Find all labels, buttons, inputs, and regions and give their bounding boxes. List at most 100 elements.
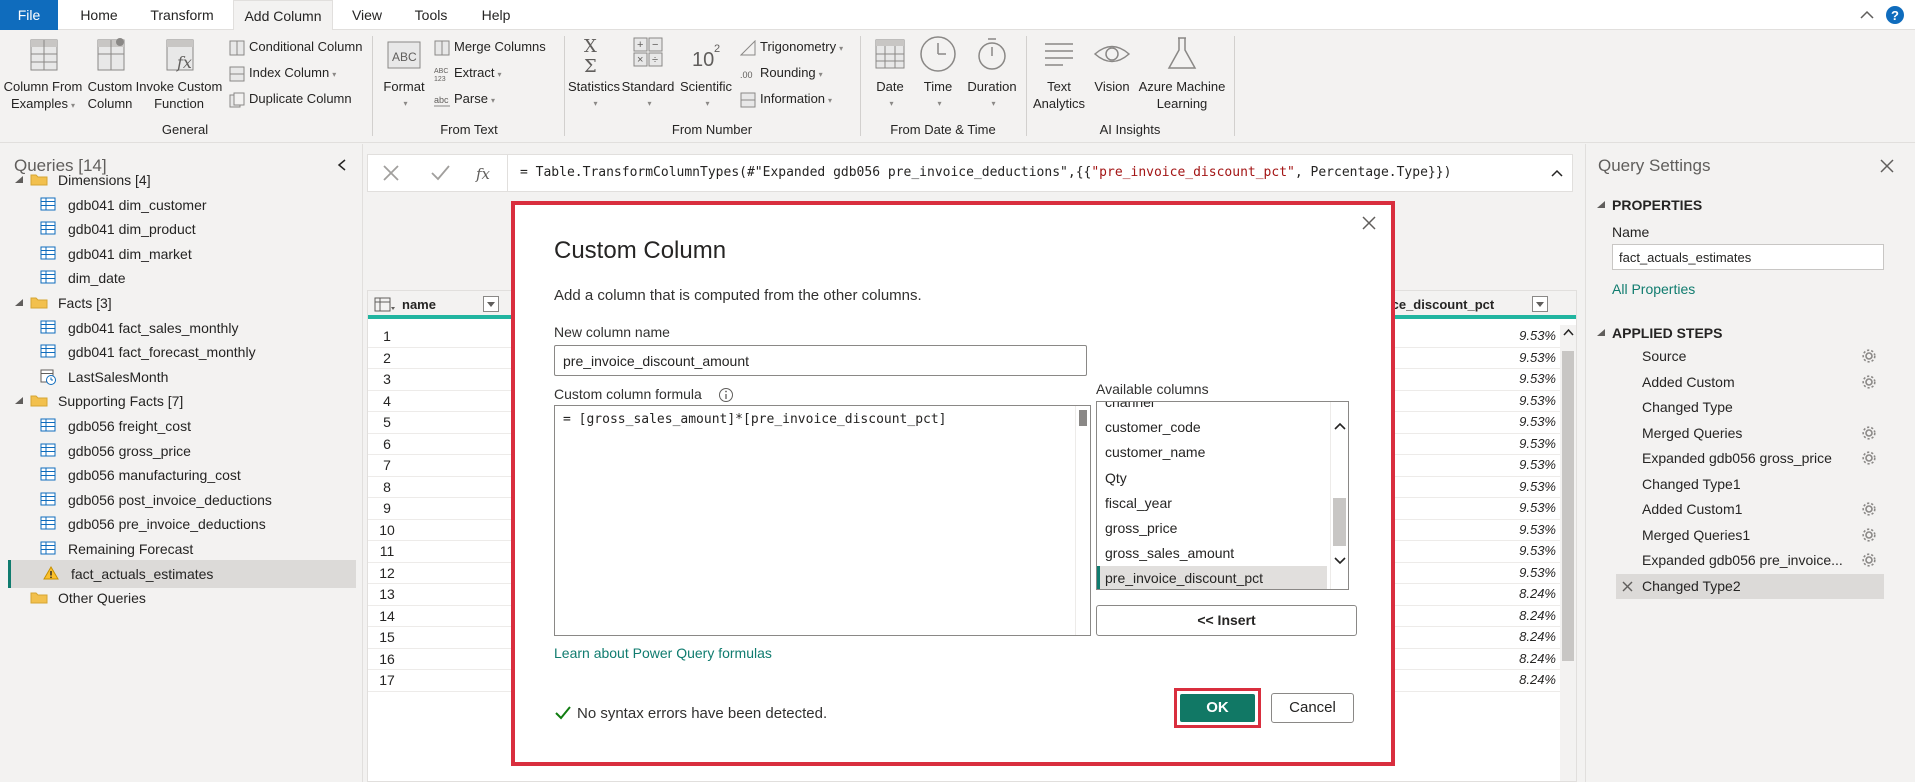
- gear-icon[interactable]: [1862, 553, 1876, 567]
- expand-triangle-icon[interactable]: [1596, 328, 1606, 338]
- expand-triangle-icon[interactable]: [14, 298, 24, 308]
- applied-step[interactable]: Merged Queries1: [1616, 523, 1884, 548]
- merge-columns-button[interactable]: Merge Columns: [434, 37, 546, 57]
- pct-cell[interactable]: 9.53%: [1453, 565, 1556, 580]
- tab-help[interactable]: Help: [466, 0, 526, 30]
- formula-expand-icon[interactable]: [1550, 167, 1564, 179]
- azure-ml-button[interactable]: Azure Machine Learning: [1136, 34, 1228, 112]
- pct-cell[interactable]: 9.53%: [1453, 393, 1556, 408]
- conditional-column-button[interactable]: Conditional Column: [229, 37, 362, 57]
- expand-triangle-icon[interactable]: [1596, 200, 1606, 210]
- available-columns-scrollbar-thumb[interactable]: [1333, 498, 1346, 546]
- column-filter-icon[interactable]: [1532, 296, 1548, 312]
- column-filter-icon[interactable]: [483, 296, 499, 312]
- applied-step[interactable]: Added Custom: [1616, 370, 1884, 395]
- pct-cell[interactable]: 9.53%: [1453, 350, 1556, 365]
- pct-cell[interactable]: 8.24%: [1453, 608, 1556, 623]
- trigonometry-button[interactable]: Trigonometry ▾: [740, 37, 843, 57]
- tab-home[interactable]: Home: [62, 0, 136, 30]
- applied-step[interactable]: Merged Queries: [1616, 421, 1884, 446]
- duplicate-column-button[interactable]: Duplicate Column: [229, 89, 352, 109]
- learn-formulas-link[interactable]: Learn about Power Query formulas: [554, 645, 772, 661]
- pct-cell[interactable]: 9.53%: [1453, 522, 1556, 537]
- available-column-item[interactable]: gross_price: [1097, 516, 1327, 541]
- extract-button[interactable]: ABC 123 Extract ▾: [434, 63, 501, 83]
- applied-step[interactable]: Changed Type1: [1616, 472, 1884, 497]
- formula-editor[interactable]: = [gross_sales_amount]*[pre_invoice_disc…: [554, 405, 1091, 636]
- delete-step-icon[interactable]: [1622, 581, 1633, 592]
- duration-button[interactable]: Duration ▾: [962, 34, 1022, 112]
- available-column-item[interactable]: customer_code: [1097, 415, 1327, 440]
- standard-button[interactable]: + − × ÷ Standard ▾: [620, 34, 676, 112]
- formula-scrollbar[interactable]: [1075, 406, 1090, 635]
- pct-cell[interactable]: 8.24%: [1453, 672, 1556, 687]
- expand-triangle-icon[interactable]: [14, 396, 24, 406]
- new-column-name-input[interactable]: [554, 345, 1087, 376]
- column-from-examples-button[interactable]: Column From Examples ▾: [2, 34, 84, 114]
- scroll-down-icon[interactable]: [1332, 555, 1348, 567]
- pct-cell[interactable]: 9.53%: [1453, 328, 1556, 343]
- date-button[interactable]: Date ▾: [866, 34, 914, 112]
- gear-icon[interactable]: [1862, 527, 1876, 542]
- grid-scrollbar[interactable]: [1560, 325, 1577, 781]
- column-header-name[interactable]: name: [402, 297, 436, 312]
- gear-icon[interactable]: [1862, 425, 1876, 440]
- applied-step[interactable]: Changed Type2: [1616, 573, 1884, 599]
- close-icon[interactable]: [1879, 158, 1895, 174]
- ok-button[interactable]: OK: [1180, 694, 1255, 722]
- scroll-up-icon[interactable]: [1560, 325, 1577, 339]
- tab-tools[interactable]: Tools: [400, 0, 462, 30]
- tab-file[interactable]: File: [0, 0, 58, 30]
- pct-cell[interactable]: 9.53%: [1453, 436, 1556, 451]
- dialog-close-icon[interactable]: [1361, 215, 1377, 231]
- available-column-item[interactable]: channel: [1097, 402, 1327, 415]
- parse-button[interactable]: abc Parse ▾: [434, 89, 495, 109]
- index-column-button[interactable]: Index Column ▾: [229, 63, 336, 83]
- applied-step[interactable]: Added Custom1: [1616, 497, 1884, 522]
- pct-cell[interactable]: 9.53%: [1453, 479, 1556, 494]
- custom-column-button[interactable]: Custom Column: [84, 34, 136, 112]
- gear-icon[interactable]: [1862, 349, 1876, 363]
- available-columns-list[interactable]: channel customer_code customer_name Qty fisc…: [1096, 401, 1349, 590]
- pct-cell[interactable]: 9.53%: [1453, 371, 1556, 386]
- all-properties-link[interactable]: All Properties: [1612, 281, 1695, 297]
- collapse-ribbon-icon[interactable]: ?: [1857, 5, 1907, 25]
- invoke-custom-function-button[interactable]: fx Invoke Custom Function: [134, 34, 224, 112]
- time-button[interactable]: Time ▾: [914, 34, 962, 112]
- table-menu-icon[interactable]: [374, 297, 396, 313]
- available-column-item[interactable]: fiscal_year: [1097, 491, 1327, 516]
- rounding-button[interactable]: .00 Rounding ▾: [740, 63, 823, 83]
- gear-icon[interactable]: [1862, 374, 1876, 389]
- available-columns-scrollbar[interactable]: [1330, 402, 1348, 589]
- pct-cell[interactable]: 9.53%: [1453, 500, 1556, 515]
- pct-cell[interactable]: 9.53%: [1453, 543, 1556, 558]
- tab-add-column[interactable]: Add Column: [233, 0, 333, 31]
- scientific-button[interactable]: 10 2 Scientific ▾: [676, 34, 736, 112]
- applied-step[interactable]: Changed Type: [1616, 395, 1884, 420]
- pct-cell[interactable]: 8.24%: [1453, 629, 1556, 644]
- scroll-up-icon[interactable]: [1332, 420, 1348, 432]
- grid-scrollbar-thumb[interactable]: [1562, 351, 1574, 661]
- text-analytics-button[interactable]: Text Analytics: [1030, 34, 1088, 112]
- expand-triangle-icon[interactable]: [14, 175, 24, 185]
- formula-scrollbar-thumb[interactable]: [1079, 410, 1087, 426]
- formula-text[interactable]: = Table.TransformColumnTypes(#"Expanded …: [520, 165, 1451, 180]
- pct-cell[interactable]: 9.53%: [1453, 414, 1556, 429]
- vision-button[interactable]: Vision: [1088, 34, 1136, 95]
- fx-icon[interactable]: fx: [475, 165, 491, 183]
- column-header-pct[interactable]: ice_discount_pct: [1388, 297, 1494, 312]
- information-button[interactable]: Information ▾: [740, 89, 832, 109]
- applied-step[interactable]: Expanded gdb056 gross_price: [1616, 446, 1884, 471]
- pct-cell[interactable]: 8.24%: [1453, 651, 1556, 666]
- available-column-item[interactable]: customer_name: [1097, 440, 1327, 465]
- pct-cell[interactable]: 9.53%: [1453, 457, 1556, 472]
- insert-button[interactable]: << Insert: [1096, 605, 1357, 636]
- tab-view[interactable]: View: [338, 0, 396, 30]
- cancel-formula-icon[interactable]: [383, 165, 399, 181]
- query-name-input[interactable]: [1612, 244, 1884, 270]
- tab-transform[interactable]: Transform: [136, 0, 228, 30]
- gear-icon[interactable]: [1862, 502, 1876, 516]
- applied-step[interactable]: Source: [1616, 344, 1884, 369]
- confirm-formula-icon[interactable]: [431, 165, 450, 181]
- pct-cell[interactable]: 8.24%: [1453, 586, 1556, 601]
